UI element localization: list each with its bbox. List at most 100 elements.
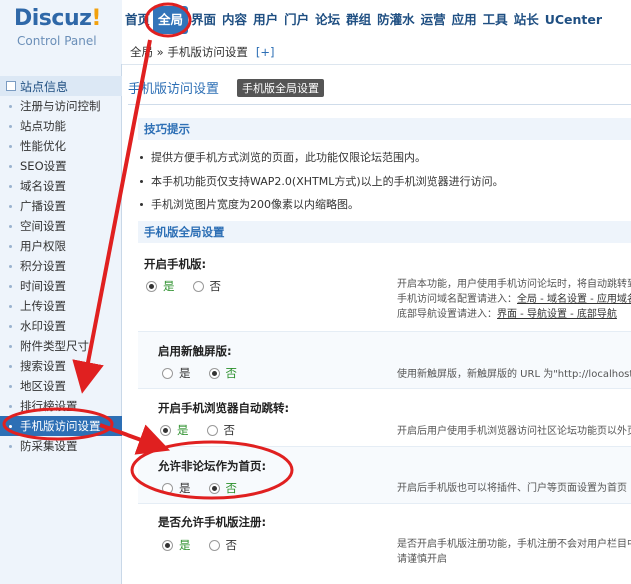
nav-home[interactable]: 首页 (122, 6, 153, 34)
setting-options-enable-mobile: 是 否 (146, 278, 239, 294)
bullet-icon (9, 144, 12, 148)
logo: Discuz! Control Panel (0, 0, 122, 64)
breadcrumb: 全局 » 手机版访问设置 [+] (122, 40, 631, 65)
bullet-icon (9, 324, 12, 328)
add-shortcut-button[interactable]: [+] (256, 45, 275, 59)
bullet-icon (140, 179, 143, 183)
radio-enable-mobile-yes[interactable] (146, 280, 157, 292)
divider (138, 503, 631, 504)
setting-label-mobile-register: 是否允许手机版注册: (158, 515, 267, 529)
sidebar-item-credits[interactable]: 积分设置 (0, 256, 122, 276)
sidebar-item-attachment-types[interactable]: 附件类型尺寸 (0, 336, 122, 356)
setting-description: 是否开启手机版注册功能，手机注册不会对用户栏目中的 请谨慎开启 (397, 539, 631, 565)
nav-interface[interactable]: 界面 (188, 6, 219, 34)
bullet-icon (140, 202, 143, 206)
radio-non-forum-home-yes[interactable] (162, 482, 173, 494)
sidebar-item-mobile[interactable]: 手机版访问设置 (0, 416, 122, 436)
setting-description: 使用新触屏版，新触屏版的 URL 为"http://localhost/ (397, 369, 631, 380)
link-domain-settings[interactable]: 全局 - 域名设置 - 应用域名 (517, 294, 631, 305)
logo-subtitle: Control Panel (17, 34, 97, 48)
divider (128, 104, 631, 105)
setting-label-enable-mobile: 开启手机版: (144, 257, 207, 271)
logo-bang: ! (91, 6, 101, 31)
tip-item: 本手机功能页仅支持WAP2.0(XHTML方式)以上的手机浏览器进行访问。 (140, 173, 504, 189)
tips-header: 技巧提示 (138, 118, 631, 140)
bullet-icon (9, 344, 12, 348)
nav-antispam[interactable]: 防灌水 (374, 6, 418, 34)
bullet-icon (9, 404, 12, 408)
breadcrumb-path[interactable]: 全局 » 手机版访问设置 (130, 44, 248, 60)
bullet-icon (140, 155, 143, 159)
tip-item: 手机浏览图片宽度为200像素以内缩略图。 (140, 196, 359, 212)
setting-label-non-forum-home: 允许非论坛作为首页: (158, 459, 267, 473)
nav-apps[interactable]: 应用 (449, 6, 480, 34)
bullet-icon (9, 424, 12, 428)
setting-label-auto-redirect: 开启手机浏览器自动跳转: (158, 401, 290, 415)
bullet-icon (9, 104, 12, 108)
nav-groups[interactable]: 群组 (343, 6, 374, 34)
bullet-icon (9, 284, 12, 288)
sidebar-item-broadcast[interactable]: 广播设置 (0, 196, 122, 216)
sidebar-item-domain[interactable]: 域名设置 (0, 176, 122, 196)
setting-description: 开启后手机版也可以将插件、门户等页面设置为首页 (397, 483, 627, 494)
nav-ucenter[interactable]: UCenter (542, 6, 605, 34)
setting-description: 开启本功能，用户使用手机访问论坛时，将自动跳转到 手机访问域名配置请进入：全局 … (397, 277, 631, 322)
sidebar-item-seo[interactable]: SEO设置 (0, 156, 122, 176)
bullet-icon (9, 164, 12, 168)
sidebar-item-region[interactable]: 地区设置 (0, 376, 122, 396)
sidebar: 站点信息 注册与访问控制 站点功能 性能优化 SEO设置 域名设置 广播设置 空… (0, 64, 122, 584)
sidebar-item-watermark[interactable]: 水印设置 (0, 316, 122, 336)
bullet-icon (9, 364, 12, 368)
sidebar-item-anti-scraping[interactable]: 防采集设置 (0, 436, 122, 456)
sidebar-item-rankings[interactable]: 排行榜设置 (0, 396, 122, 416)
radio-new-touch-no[interactable] (208, 367, 220, 379)
section-header: 手机版全局设置 (138, 221, 631, 243)
radio-mobile-register-yes[interactable] (162, 539, 173, 551)
bullet-icon (9, 184, 12, 188)
radio-non-forum-home-no[interactable] (208, 482, 220, 494)
tip-item: 提供方便手机方式浏览的页面，此功能仅限论坛范围内。 (140, 149, 426, 165)
tab-mobile-global-settings[interactable]: 手机版全局设置 (237, 79, 324, 97)
sidebar-item-performance[interactable]: 性能优化 (0, 136, 122, 156)
radio-auto-redirect-yes[interactable] (160, 424, 171, 436)
sidebar-item-search[interactable]: 搜索设置 (0, 356, 122, 376)
nav-portal[interactable]: 门户 (281, 6, 312, 34)
nav-content[interactable]: 内容 (219, 6, 250, 34)
sidebar-item-site-features[interactable]: 站点功能 (0, 116, 122, 136)
sidebar-item-time[interactable]: 时间设置 (0, 276, 122, 296)
nav-tools[interactable]: 工具 (480, 6, 511, 34)
main-content: 手机版访问设置 手机版全局设置 技巧提示 提供方便手机方式浏览的页面，此功能仅限… (122, 65, 631, 584)
setting-options-non-forum-home: 是 否 (162, 480, 255, 496)
sidebar-item-register[interactable]: 注册与访问控制 (0, 96, 122, 116)
setting-label-new-touch: 启用新触屏版: (158, 344, 232, 358)
sidebar-item-permissions[interactable]: 用户权限 (0, 236, 122, 256)
bullet-icon (9, 264, 12, 268)
radio-enable-mobile-no[interactable] (192, 280, 204, 292)
nav-users[interactable]: 用户 (250, 6, 281, 34)
setting-options-auto-redirect: 是 否 (160, 422, 253, 438)
folder-icon (6, 81, 16, 91)
nav-admin[interactable]: 站长 (511, 6, 542, 34)
nav-operations[interactable]: 运营 (418, 6, 449, 34)
bullet-icon (9, 244, 12, 248)
bullet-icon (9, 444, 12, 448)
sidebar-section-title[interactable]: 站点信息 (0, 76, 122, 96)
sidebar-item-space[interactable]: 空间设置 (0, 216, 122, 236)
bullet-icon (9, 384, 12, 388)
bullet-icon (9, 204, 12, 208)
bullet-icon (9, 304, 12, 308)
setting-options-new-touch: 是 否 (162, 365, 255, 381)
link-footer-nav-settings[interactable]: 界面 - 导航设置 - 底部导航 (497, 309, 617, 320)
nav-forum[interactable]: 论坛 (312, 6, 343, 34)
radio-auto-redirect-no[interactable] (206, 424, 218, 436)
radio-new-touch-yes[interactable] (162, 367, 173, 379)
bullet-icon (9, 124, 12, 128)
radio-mobile-register-no[interactable] (208, 539, 220, 551)
logo-text: Discuz (14, 6, 92, 31)
divider (138, 388, 631, 389)
page-title: 手机版访问设置 (128, 82, 220, 97)
nav-global[interactable]: 全局 (153, 6, 189, 34)
sidebar-item-upload[interactable]: 上传设置 (0, 296, 122, 316)
bullet-icon (9, 224, 12, 228)
control-panel-window: Discuz! Control Panel 首页 全局 界面 内容 用户 门户 … (0, 0, 631, 584)
